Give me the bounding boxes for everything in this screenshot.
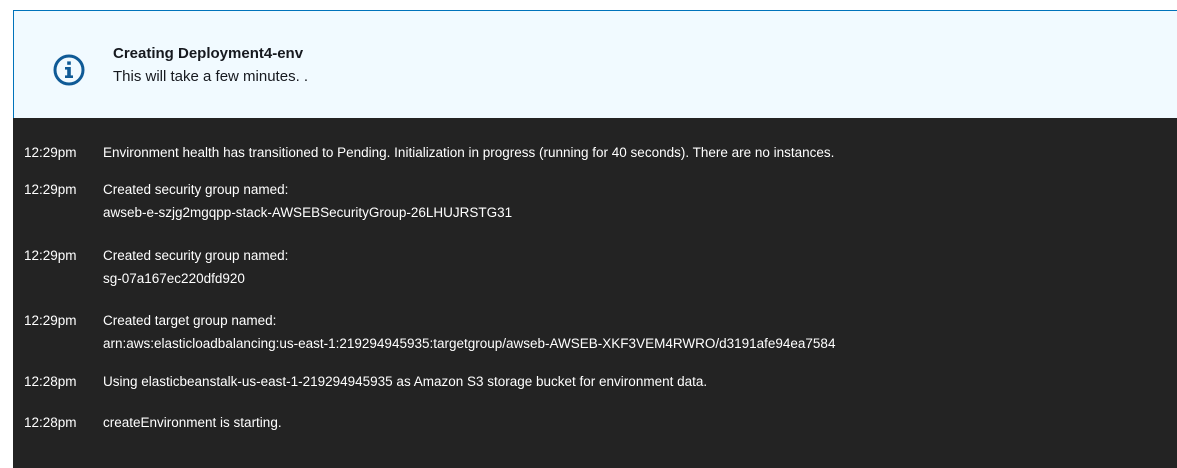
- info-flashbar: Creating Deployment4-env This will take …: [13, 10, 1177, 118]
- event-time: 12:29pm: [24, 248, 77, 263]
- event-message: Created security group named:: [103, 248, 289, 263]
- event-log-panel: 12:29pm Environment health has transitio…: [13, 118, 1177, 468]
- event-time: 12:28pm: [24, 415, 77, 430]
- event-detail: arn:aws:elasticloadbalancing:us-east-1:2…: [103, 336, 836, 351]
- event-message: Created target group named:: [103, 313, 277, 328]
- flash-message: This will take a few minutes. .: [113, 68, 309, 85]
- info-icon: [52, 53, 86, 87]
- event-detail: awseb-e-szjg2mgqpp-stack-AWSEBSecurityGr…: [103, 205, 513, 220]
- flash-title: Creating Deployment4-env: [113, 45, 304, 62]
- event-time: 12:28pm: [24, 374, 77, 389]
- event-message: Environment health has transitioned to P…: [103, 145, 835, 160]
- event-time: 12:29pm: [24, 145, 77, 160]
- event-detail: sg-07a167ec220dfd920: [103, 271, 245, 286]
- event-message: createEnvironment is starting.: [103, 415, 282, 430]
- event-message: Using elasticbeanstalk-us-east-1-2192949…: [103, 374, 708, 389]
- event-message: Created security group named:: [103, 182, 289, 197]
- event-time: 12:29pm: [24, 313, 77, 328]
- event-time: 12:29pm: [24, 182, 77, 197]
